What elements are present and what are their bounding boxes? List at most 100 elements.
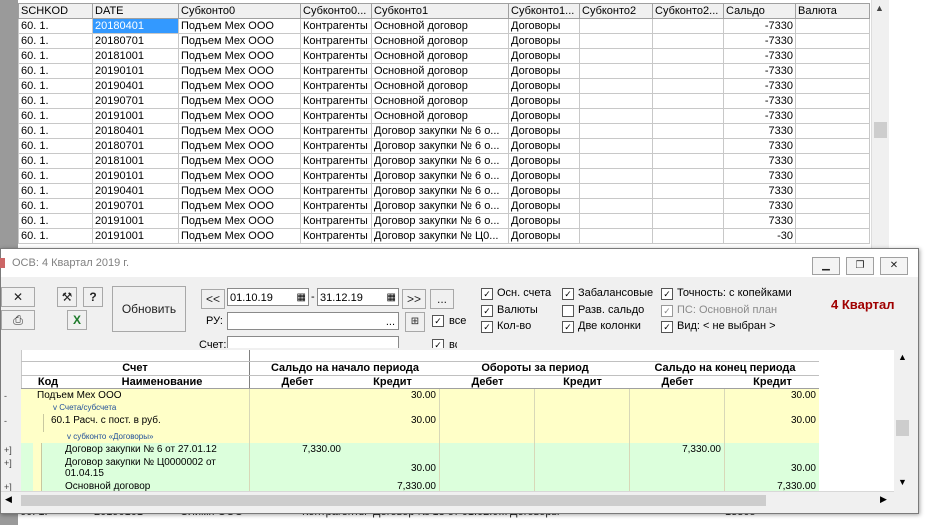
grid-cell[interactable]: 7330	[723, 138, 796, 154]
report-row[interactable]: Договор закупки № 6 от 27.01.12 7,330.00 7…	[21, 443, 819, 457]
scroll-right-icon[interactable]: ▶	[880, 494, 887, 505]
grid-cell[interactable]	[795, 228, 870, 244]
report-row[interactable]: Договор закупки № Ц0000002 от 01.04.15 30.…	[21, 456, 819, 481]
grid-cell[interactable]: 20190701	[92, 93, 179, 109]
excel-icon-button[interactable]: X	[67, 310, 87, 330]
grid-row[interactable]: 60. 1. 20181001 Подъем Мех ООО Контрагенты Д…	[18, 153, 870, 169]
grid-cell[interactable]: Договоры	[508, 93, 580, 109]
option-checkbox[interactable]: ✓	[481, 288, 493, 300]
grid-cell[interactable]: Подъем Мех ООО	[178, 18, 301, 34]
print-icon-button[interactable]: ⎙	[1, 310, 35, 330]
grid-cell[interactable]: Основной договор	[371, 63, 509, 79]
grid-cell[interactable]: 20180401	[92, 123, 179, 139]
grid-cell[interactable]: Контрагенты	[300, 198, 372, 214]
help-icon-button[interactable]: ?	[83, 287, 103, 307]
grid-cell[interactable]	[652, 48, 724, 64]
grid-cell[interactable]: 20180701	[92, 33, 179, 49]
restore-button[interactable]: ❐	[846, 257, 874, 275]
grid-cell[interactable]: 60. 1.	[18, 33, 93, 49]
grid-cell[interactable]: Подъем Мех ООО	[178, 33, 301, 49]
outline-toggle[interactable]: +]	[4, 445, 12, 455]
ru-all-checkbox[interactable]: ✓	[432, 315, 444, 327]
grid-column-header[interactable]: Субконто0...	[300, 3, 372, 19]
grid-cell[interactable]: 20190401	[92, 183, 179, 199]
grid-cell[interactable]: Подъем Мех ООО	[178, 93, 301, 109]
outline-toggle[interactable]: -	[4, 416, 7, 426]
report-row[interactable]: Подъем Мех ООО 30.00 30.00	[21, 389, 819, 404]
scroll-thumb[interactable]	[874, 122, 887, 138]
grid-cell[interactable]: 20190101	[92, 63, 179, 79]
scroll-thumb[interactable]	[896, 420, 909, 436]
grid-cell[interactable]	[579, 168, 653, 184]
grid-cell[interactable]: 60. 1.	[18, 48, 93, 64]
grid-cell[interactable]: Договоры	[508, 198, 580, 214]
grid-cell[interactable]	[795, 33, 870, 49]
grid-cell[interactable]	[795, 123, 870, 139]
grid-cell[interactable]: Контрагенты	[300, 228, 372, 244]
schet-all-checkbox[interactable]: ✓	[432, 339, 444, 348]
refresh-button[interactable]: Обновить	[112, 286, 186, 332]
grid-row[interactable]: 60. 1. 20191001 Подъем Мех ООО Контрагенты Д…	[18, 228, 870, 244]
grid-cell[interactable]: 7330	[723, 198, 796, 214]
grid-row[interactable]: 60. 1. 20180701 Подъем Мех ООО Контрагенты Д…	[18, 138, 870, 154]
grid-row[interactable]: 60. 1. 20190401 Подъем Мех ООО Контрагенты О…	[18, 78, 870, 94]
grid-column-header[interactable]: Сальдо	[723, 3, 796, 19]
date-to-field[interactable]: 31.12.19 ▦	[317, 288, 399, 306]
grid-cell[interactable]: Договоры	[508, 123, 580, 139]
grid-cell[interactable]: Контрагенты	[300, 63, 372, 79]
scroll-down-icon[interactable]: ▼	[898, 477, 907, 487]
ru-select-icon[interactable]: ...	[386, 313, 395, 331]
report-vertical-scrollbar[interactable]: ▲ ▼	[894, 350, 911, 491]
grid-cell[interactable]: 20180701	[92, 138, 179, 154]
grid-cell[interactable]: 60. 1.	[18, 108, 93, 124]
report-horizontal-scrollbar[interactable]: ◀ ▶	[1, 491, 894, 509]
grid-cell[interactable]: 60. 1.	[18, 63, 93, 79]
grid-cell[interactable]	[579, 183, 653, 199]
grid-cell[interactable]: -7330	[723, 93, 796, 109]
grid-cell[interactable]: -7330	[723, 33, 796, 49]
grid-cell[interactable]	[579, 93, 653, 109]
grid-cell[interactable]	[795, 168, 870, 184]
grid-row[interactable]: 60. 1. 20190401 Подъем Мех ООО Контрагенты Д…	[18, 183, 870, 199]
grid-cell[interactable]: Подъем Мех ООО	[178, 108, 301, 124]
grid-cell[interactable]: Контрагенты	[300, 168, 372, 184]
grid-cell[interactable]	[579, 33, 653, 49]
grid-cell[interactable]	[652, 63, 724, 79]
minimize-button[interactable]: ▁	[812, 257, 840, 275]
grid-column-header[interactable]: Субконто1...	[508, 3, 580, 19]
report-row[interactable]: 60.1 Расч. с пост. в руб. 30.00 30.00	[21, 414, 819, 433]
grid-cell[interactable]: Договоры	[508, 18, 580, 34]
outline-toggle[interactable]: -	[4, 391, 7, 401]
grid-cell[interactable]	[652, 168, 724, 184]
ru-structure-icon[interactable]: ⊞	[405, 312, 425, 332]
grid-cell[interactable]	[652, 78, 724, 94]
ru-field[interactable]: ...	[227, 312, 399, 330]
grid-cell[interactable]	[652, 93, 724, 109]
grid-cell[interactable]: Подъем Мех ООО	[178, 63, 301, 79]
grid-cell[interactable]: Контрагенты	[300, 183, 372, 199]
grid-cell[interactable]: Договоры	[508, 138, 580, 154]
grid-cell[interactable]: 7330	[723, 183, 796, 199]
grid-cell[interactable]: Договор закупки № 6 о...	[371, 123, 509, 139]
grid-row[interactable]: 60. 1. 20180401 Подъем Мех ООО Контрагенты Д…	[18, 123, 870, 139]
report-row[interactable]: Основной договор 7,330.00 7,330.00	[21, 480, 819, 491]
prev-period-button[interactable]: <<	[201, 289, 225, 309]
grid-cell[interactable]	[795, 108, 870, 124]
grid-cell[interactable]: 7330	[723, 123, 796, 139]
grid-cell[interactable]	[579, 228, 653, 244]
grid-cell[interactable]: Договоры	[508, 228, 580, 244]
grid-cell[interactable]: 7330	[723, 213, 796, 229]
next-period-button[interactable]: >>	[402, 289, 426, 309]
grid-cell[interactable]	[652, 138, 724, 154]
grid-cell[interactable]: 20190401	[92, 78, 179, 94]
grid-cell[interactable]: Основной договор	[371, 48, 509, 64]
grid-cell[interactable]: Договор закупки № 6 о...	[371, 138, 509, 154]
grid-cell[interactable]: Подъем Мех ООО	[178, 198, 301, 214]
option-checkbox[interactable]	[562, 305, 574, 317]
scroll-up-icon[interactable]: ▲	[875, 3, 884, 13]
grid-cell[interactable]: Договоры	[508, 78, 580, 94]
grid-column-header[interactable]: SCHKOD	[18, 3, 93, 19]
grid-cell[interactable]: -7330	[723, 18, 796, 34]
scroll-left-icon[interactable]: ◀	[5, 494, 12, 505]
period-select-button[interactable]: ...	[430, 289, 454, 309]
